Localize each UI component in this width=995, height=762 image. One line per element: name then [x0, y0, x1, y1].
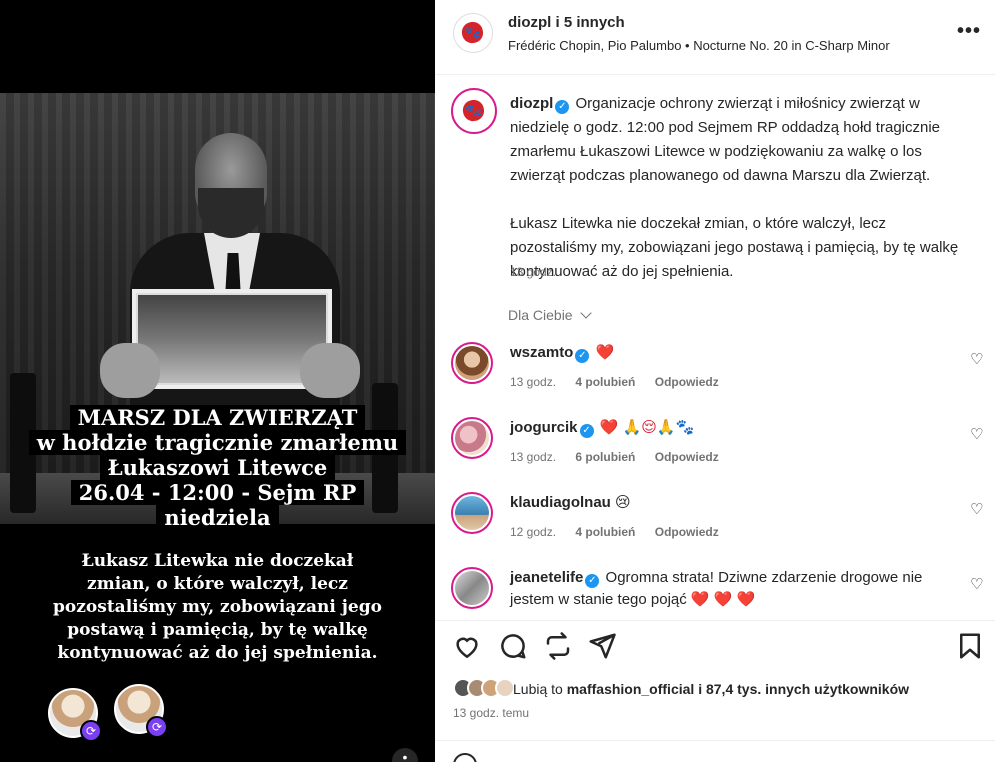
comment-text: 😢: [615, 494, 631, 511]
post-caption: diozpl ✓ Organizacje ochrony zwierząt i m…: [510, 92, 970, 308]
collaborators-link[interactable]: i 5 innych: [556, 14, 625, 31]
commenter-avatar[interactable]: [451, 417, 493, 459]
liker-link[interactable]: maffashion_official: [567, 681, 695, 697]
audio-link[interactable]: Frédéric Chopin, Pio Palumbo • Nocturne …: [508, 38, 890, 53]
heart-outline-icon[interactable]: [452, 631, 482, 661]
like-comment-icon[interactable]: ♡: [970, 352, 986, 368]
instagram-post-view: MARSZ DLA ZWIERZĄT w hołdzie tragicznie …: [0, 0, 995, 762]
commenter-avatar[interactable]: [451, 567, 493, 609]
verified-badge-icon: ✓: [555, 100, 570, 114]
comment-item: klaudiagolnau 😢 12 godz. 4 polubień Odpo…: [435, 492, 995, 562]
chevron-down-icon: [580, 307, 593, 319]
like-comment-icon[interactable]: ♡: [970, 577, 986, 593]
verified-badge-icon: ✓: [579, 424, 594, 438]
caption-paragraph: Organizacje ochrony zwierząt i miłośnicy…: [510, 95, 941, 184]
repost-icon: ⟳: [80, 720, 102, 742]
banner-line: 26.04 - 12:00 - Sejm RP: [70, 480, 365, 505]
post-timestamp: 13 godz. temu: [453, 706, 530, 720]
comment-text: ❤️: [595, 344, 615, 361]
comment-icon[interactable]: [498, 631, 528, 661]
like-comment-icon[interactable]: ♡: [970, 427, 986, 443]
banner-line: MARSZ DLA ZWIERZĄT: [69, 405, 366, 430]
tags-icon[interactable]: •: [392, 748, 418, 762]
likes-summary: Lubią to maffashion_official i 87,4 tys.…: [513, 681, 910, 697]
comment-timestamp: 13 godz.: [510, 450, 557, 464]
comment-likes-count[interactable]: 6 polubień: [575, 450, 635, 464]
comment-timestamp: 12 godz.: [510, 525, 557, 539]
likes-count-link[interactable]: i 87,4 tys. innych użytkowników: [698, 681, 909, 697]
commenter-name[interactable]: klaudiagolnau: [510, 494, 611, 511]
post-header: 🐾 diozpl i 5 innych Frédéric Chopin, Pio…: [435, 0, 995, 75]
commenter-name[interactable]: jeanetelife: [510, 569, 583, 586]
media-banner: MARSZ DLA ZWIERZĄT w hołdzie tragicznie …: [0, 405, 435, 530]
more-options-button[interactable]: •••: [957, 20, 981, 43]
comment-timestamp: 13 godz.: [510, 375, 557, 389]
repost-icon[interactable]: [543, 631, 573, 661]
commenter-name[interactable]: wszamto: [510, 344, 573, 361]
account-name-link[interactable]: diozpl: [508, 14, 551, 31]
paw-logo-icon: 🐾: [461, 98, 487, 124]
comment-likes-count[interactable]: 4 polubień: [575, 375, 635, 389]
caption-account-link[interactable]: diozpl: [510, 95, 553, 112]
comment-likes-count[interactable]: 4 polubień: [575, 525, 635, 539]
banner-line: w hołdzie tragicznie zmarłemu: [28, 430, 407, 455]
bookmark-icon[interactable]: [955, 631, 985, 661]
reply-button[interactable]: Odpowiedz: [655, 450, 719, 464]
media-body-text: Łukasz Litewka nie doczekał zmian, o któ…: [53, 551, 382, 663]
commenter-avatar[interactable]: [451, 342, 493, 384]
post-media[interactable]: MARSZ DLA ZWIERZĄT w hołdzie tragicznie …: [0, 0, 435, 762]
caption-paragraph: Łukasz Litewka nie doczekał zmian, o któ…: [510, 215, 959, 280]
banner-line: Łukaszowi Litewce: [99, 455, 336, 480]
banner-line: niedziela: [156, 505, 279, 530]
comments-sort-dropdown[interactable]: Dla Ciebie: [508, 307, 593, 323]
commenter-name[interactable]: joogurcik: [510, 419, 578, 436]
add-comment-bar: [435, 740, 995, 762]
like-comment-icon[interactable]: ♡: [970, 502, 986, 518]
paw-logo-icon: 🐾: [460, 20, 486, 46]
reply-button[interactable]: Odpowiedz: [655, 525, 719, 539]
post-action-bar: [435, 620, 995, 670]
send-icon[interactable]: [587, 631, 617, 661]
comment-text: ❤️ 🙏😌🙏🐾: [599, 419, 695, 436]
commenter-avatar[interactable]: [451, 492, 493, 534]
emoji-picker-icon[interactable]: [453, 753, 477, 762]
comment-item: joogurcik ✓ ❤️ 🙏😌🙏🐾 13 godz. 6 polubień O…: [435, 417, 995, 487]
reply-button[interactable]: Odpowiedz: [655, 375, 719, 389]
comment-item: wszamto ✓ ❤️ 13 godz. 4 polubień Odpowied…: [435, 342, 995, 412]
account-avatar[interactable]: 🐾: [453, 13, 493, 53]
post-details-panel: 🐾 diozpl i 5 innych Frédéric Chopin, Pio…: [435, 0, 995, 762]
caption-timestamp: 13 godz.: [510, 265, 557, 279]
caption-avatar[interactable]: 🐾: [451, 88, 497, 134]
verified-badge-icon: ✓: [585, 574, 600, 588]
repost-icon: ⟳: [146, 716, 168, 738]
verified-badge-icon: ✓: [575, 349, 590, 363]
